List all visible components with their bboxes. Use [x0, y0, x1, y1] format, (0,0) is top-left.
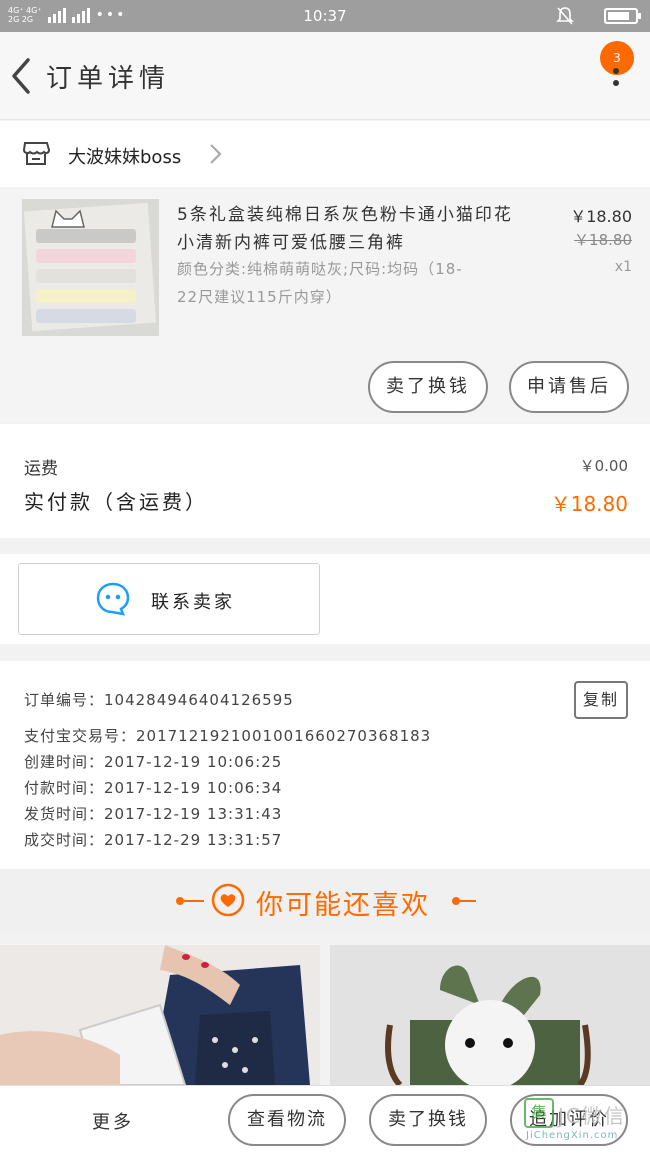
- decor-dot-left: [176, 897, 184, 905]
- shop-row[interactable]: 大波妹妹boss: [0, 121, 650, 187]
- contact-seller-label: 联系卖家: [151, 592, 235, 613]
- chat-icon: [96, 582, 130, 616]
- bottom-action-bar: 更多 查看物流 卖了换钱 追加评价 集 JC微信 JiChengXin.com: [0, 1085, 650, 1155]
- watermark-logo: 集 JC微信 JiChengXin.com: [524, 1096, 636, 1144]
- shipping-label: 运费: [24, 459, 58, 479]
- completed-time: 成交时间：2017-12-29 13:31:57: [24, 831, 283, 849]
- order-number: 订单编号：104284946404126595: [24, 691, 294, 709]
- product-title[interactable]: 5条礼盒装纯棉日系灰色粉卡通小猫印花小清新内裤可爱低腰三角裤: [177, 201, 517, 257]
- back-arrow-icon[interactable]: [8, 56, 34, 96]
- watermark-cn: JC微信: [558, 1104, 626, 1128]
- shipped-time: 发货时间：2017-12-19 13:31:43: [24, 805, 283, 823]
- alipay-trade-number: 支付宝交易号：2017121921001001660270368183: [24, 727, 432, 745]
- view-logistics-button[interactable]: 查看物流: [228, 1094, 346, 1146]
- after-sales-button[interactable]: 申请售后: [509, 361, 629, 413]
- more-vertical-icon[interactable]: [612, 68, 620, 98]
- shop-icon: [22, 142, 50, 165]
- phone-bag-image: [0, 945, 320, 1085]
- resell-button-bottom[interactable]: 卖了换钱: [369, 1094, 487, 1146]
- header: 订单详情 3: [0, 32, 650, 120]
- status-right: [556, 6, 641, 26]
- battery-icon: [604, 8, 641, 24]
- recommend-item-rabbit-bag[interactable]: [330, 945, 650, 1085]
- decor-dot-right: [452, 897, 460, 905]
- recommend-title: 你可能还喜欢: [256, 890, 430, 921]
- order-info: 订单编号：104284946404126595 支付宝交易号：201712192…: [0, 661, 650, 869]
- resell-button[interactable]: 卖了换钱: [368, 361, 488, 413]
- fee-summary: 运费 ￥0.00 实付款（含运费） ￥18.80: [0, 424, 650, 538]
- watermark-en: JiChengXin.com: [526, 1130, 619, 1141]
- contact-seller-button[interactable]: 联系卖家: [18, 563, 320, 635]
- product-thumbnail[interactable]: [22, 199, 159, 336]
- paid-label: 实付款（含运费）: [24, 490, 208, 514]
- recommend-header: 你可能还喜欢: [0, 869, 650, 933]
- cat-face-icon: [51, 209, 85, 228]
- price-current: ￥18.80: [570, 207, 632, 226]
- shop-name[interactable]: 大波妹妹boss: [68, 143, 181, 169]
- decor-line-left: [184, 900, 204, 902]
- page-title: 订单详情: [46, 64, 171, 94]
- status-time: 10:37: [303, 7, 347, 25]
- price-original: ￥18.80: [574, 231, 632, 249]
- watermark-mark: 集: [524, 1098, 554, 1128]
- product-sku: 颜色分类:纯棉萌萌哒灰;尺码:均码（18-22尺建议115斤内穿）: [177, 260, 463, 306]
- paid-time: 付款时间：2017-12-19 10:06:34: [24, 779, 283, 797]
- product-item[interactable]: 5条礼盒装纯棉日系灰色粉卡通小猫印花小清新内裤可爱低腰三角裤 颜色分类:纯棉萌萌…: [0, 189, 650, 422]
- contact-area: 联系卖家: [0, 554, 650, 644]
- heart-icon: [211, 883, 245, 917]
- recommend-item-phone-bag[interactable]: [0, 945, 320, 1085]
- status-bar: 4G⁺ 4G⁺ 2G 2G ••• 10:37: [0, 0, 650, 32]
- created-time: 创建时间：2017-12-19 10:06:25: [24, 753, 283, 771]
- copy-button[interactable]: 复制: [574, 681, 628, 719]
- paid-value: ￥18.80: [550, 492, 628, 516]
- shipping-value: ￥0.00: [579, 457, 628, 475]
- rabbit-bag-image: [330, 945, 650, 1085]
- quantity: x1: [614, 259, 632, 275]
- bell-muted-icon: [556, 7, 574, 25]
- chevron-right-icon: [210, 144, 222, 164]
- more-button[interactable]: 更多: [92, 1108, 134, 1134]
